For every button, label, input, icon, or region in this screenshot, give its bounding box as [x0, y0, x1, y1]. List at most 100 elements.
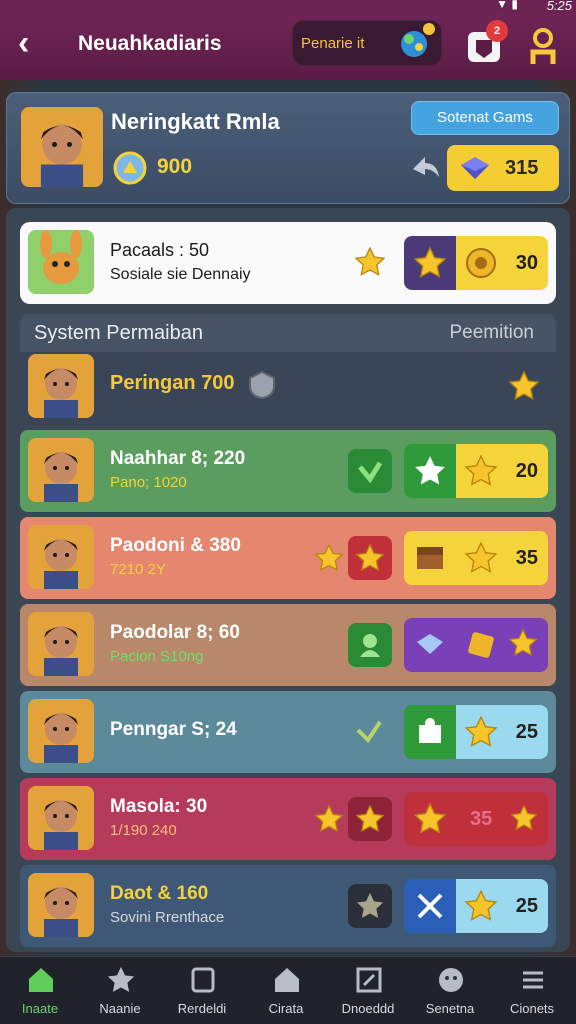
crossed-swords-icon: [417, 893, 443, 919]
star-icon: [355, 804, 385, 834]
star-burst-icon: [107, 966, 135, 992]
star-icon: [508, 370, 540, 402]
featured-title: Pacaals : 50: [110, 240, 210, 260]
star-icon: [510, 804, 538, 832]
mission-avatar: [28, 699, 94, 763]
mission-subtitle: Pacion S10ng: [110, 648, 204, 665]
mission-row[interactable]: Paodoni & 380 7210 2Y 35: [20, 517, 556, 599]
section-right-label: Peemition: [449, 322, 535, 343]
nav-item-2[interactable]: Naanie: [84, 957, 156, 1024]
mission-reward[interactable]: [404, 618, 548, 672]
section-header: System Permaiban Peemition Peringan 700: [20, 314, 556, 422]
coin-count: 900: [157, 155, 193, 178]
nav-item-home[interactable]: Inaate: [4, 957, 76, 1024]
bottom-nav: Inaate Naanie Rerdeldi Cirata Dnoeddd Se…: [0, 956, 576, 1024]
mission-title: Paodolar 8; 60: [110, 622, 240, 643]
star-icon: [314, 542, 344, 574]
featured-avatar: [28, 230, 94, 294]
nav-label: Cionets: [509, 1001, 555, 1016]
nav-label: Rerdeldi: [177, 1001, 227, 1016]
mission-reward[interactable]: 25: [404, 705, 548, 759]
gem-icon: [461, 157, 489, 179]
mission-reward-value: 35: [515, 547, 538, 569]
puzzle-icon: [419, 718, 441, 743]
mission-avatar: [28, 438, 94, 502]
mission-reward-value: 25: [515, 895, 538, 917]
event-pill[interactable]: Penarie it: [292, 20, 442, 66]
user-icon[interactable]: [526, 26, 560, 66]
mission-reward[interactable]: 25: [404, 879, 548, 933]
mission-title: Masola: 30: [110, 796, 208, 817]
star-icon: [464, 715, 498, 749]
mission-title: Daot & 160: [110, 883, 209, 904]
mission-avatar: [28, 786, 94, 850]
section-row[interactable]: Peringan 700: [20, 352, 556, 422]
profile-card: Neringkatt Rmla 900 Sotenat Gams 315: [6, 92, 570, 204]
nav-label: Inaate: [21, 1001, 59, 1016]
featured-mission[interactable]: Pacaals : 50 Sosiale sie Dennaiy 30: [20, 222, 556, 304]
star-icon: [464, 541, 498, 575]
mission-reward[interactable]: 20: [404, 444, 548, 498]
checkmark-icon: [356, 720, 382, 744]
featured-reward[interactable]: 30: [404, 236, 548, 290]
star-badge: [348, 797, 392, 841]
section-row-label: Peringan 700: [110, 372, 235, 394]
mission-row[interactable]: Paodolar 8; 60 Pacion S10ng: [20, 604, 556, 686]
signal-icon: ▼ ▮: [496, 0, 518, 11]
top-bar: ‹ Neuahkadiaris Penarie it 2: [0, 14, 576, 80]
shield-icon: [249, 370, 275, 400]
event-pill-label: Penarie it: [301, 35, 365, 52]
star-icon: [508, 628, 538, 658]
star-icon: [464, 454, 498, 488]
status-bar: ▼ ▮ 5:25: [0, 0, 576, 14]
avatar-icon: [439, 968, 463, 992]
mission-title: Penngar S; 24: [110, 719, 237, 740]
coin-icon: [113, 151, 147, 185]
chest-icon: [417, 547, 443, 569]
player-avatar[interactable]: [21, 107, 103, 187]
gem-icon: [417, 634, 443, 654]
nav-label: Senetna: [425, 1001, 475, 1016]
status-time: 5:25: [546, 0, 572, 13]
mission-row[interactable]: Penngar S; 24 25: [20, 691, 556, 773]
notification-badge: 2: [486, 20, 508, 42]
mission-avatar: [28, 873, 94, 937]
star-icon: [314, 803, 344, 835]
mission-reward[interactable]: 35: [404, 531, 548, 585]
star-icon: [464, 889, 498, 923]
mission-reward-value: 20: [515, 460, 538, 482]
house-icon: [275, 968, 299, 992]
nav-item-7[interactable]: Cionets: [496, 957, 568, 1024]
nav-item-4[interactable]: Cirata: [250, 957, 322, 1024]
mission-subtitle: Sovini Rrenthace: [110, 909, 225, 926]
gem-count: 315: [505, 157, 539, 179]
nav-label: Naanie: [99, 1001, 141, 1016]
badge-icon: [468, 632, 494, 658]
featured-reward-value: 30: [515, 252, 538, 274]
edit-icon: [356, 967, 382, 993]
home-icon: [29, 968, 53, 992]
medal-icon: [466, 248, 496, 278]
mission-reward[interactable]: 35: [404, 792, 548, 846]
star-icon: [413, 802, 447, 836]
mission-reward-value: 25: [515, 721, 538, 743]
mission-row[interactable]: Naahhar 8; 220 Pano; 1020 20: [20, 430, 556, 512]
special-games-button[interactable]: Sotenat Gams: [411, 101, 559, 135]
star-icon: [413, 246, 447, 280]
share-icon[interactable]: [411, 153, 441, 181]
mission-subtitle: Pano; 1020: [110, 474, 187, 491]
nav-item-6[interactable]: Senetna: [414, 957, 486, 1024]
mission-row[interactable]: Masola: 30 1/190 240 35: [20, 778, 556, 860]
section-avatar: [28, 354, 94, 418]
gem-counter[interactable]: 315: [447, 145, 559, 191]
mission-subtitle: 1/190 240: [110, 822, 177, 839]
player-name: Neringkatt Rmla: [111, 109, 280, 134]
inbox-icon: [191, 967, 215, 993]
star-icon: [355, 543, 385, 573]
nav-item-3[interactable]: Rerdeldi: [166, 957, 238, 1024]
mission-row[interactable]: Daot & 160 Sovini Rrenthace 25: [20, 865, 556, 947]
mission-avatar: [28, 525, 94, 589]
nav-item-5[interactable]: Dnoeddd: [332, 957, 404, 1024]
back-icon[interactable]: ‹: [18, 26, 54, 62]
star-badge: [348, 884, 392, 928]
